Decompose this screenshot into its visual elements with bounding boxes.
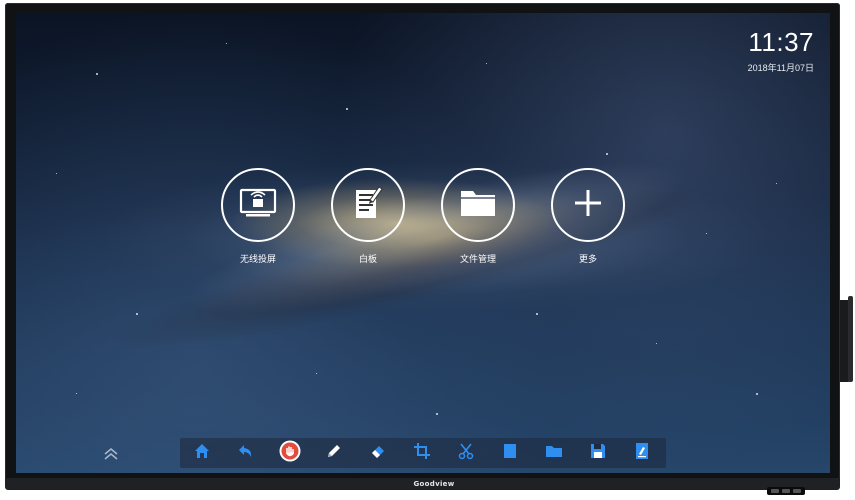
plus-icon xyxy=(573,188,603,222)
port xyxy=(771,489,779,493)
crop-button[interactable] xyxy=(400,438,444,468)
annotation-toolbar xyxy=(180,438,666,468)
front-ports xyxy=(767,487,805,495)
star xyxy=(706,233,707,234)
blank-page-icon xyxy=(501,442,519,464)
scissors-icon xyxy=(457,442,475,464)
port xyxy=(782,489,790,493)
app-label: 无线投屏 xyxy=(239,255,276,265)
blank-page-button[interactable] xyxy=(488,438,532,468)
app-label: 白板 xyxy=(358,255,377,265)
whiteboard-icon xyxy=(353,184,383,226)
open-folder-button[interactable] xyxy=(532,438,576,468)
clock-time: 11:37 xyxy=(748,27,814,57)
home-button[interactable] xyxy=(180,438,224,468)
star xyxy=(756,393,758,395)
star xyxy=(346,108,348,110)
star xyxy=(56,173,57,174)
star xyxy=(776,183,777,184)
undo-button[interactable] xyxy=(224,438,268,468)
star xyxy=(656,343,657,344)
note-button[interactable] xyxy=(620,438,664,468)
app-whiteboard[interactable]: 白板 xyxy=(328,168,408,265)
eraser-icon xyxy=(369,442,387,464)
pen-button[interactable] xyxy=(312,438,356,468)
star xyxy=(536,313,538,315)
note-icon xyxy=(633,442,651,464)
save-icon xyxy=(589,442,607,464)
hand-stop-icon xyxy=(279,440,301,466)
star xyxy=(76,393,77,394)
folder-icon xyxy=(459,188,497,222)
star xyxy=(316,373,317,374)
stylus-pen xyxy=(848,296,853,382)
crop-icon xyxy=(413,442,431,464)
app-label: 更多 xyxy=(578,255,597,265)
star xyxy=(136,313,138,315)
wireless-screen-cast-icon xyxy=(238,186,278,224)
app-file-manager[interactable]: 文件管理 xyxy=(438,168,518,265)
app-label: 文件管理 xyxy=(459,255,496,265)
save-button[interactable] xyxy=(576,438,620,468)
undo-icon xyxy=(237,442,255,464)
star xyxy=(606,153,608,155)
star xyxy=(226,43,227,44)
desktop-screen: 11:37 2018年11月07日 无线投屏 白板 文件管理 更多 xyxy=(16,13,830,473)
eraser-button[interactable] xyxy=(356,438,400,468)
brand-logo: Goodview xyxy=(413,480,455,488)
app-icon-ring xyxy=(221,168,295,242)
app-icon-ring xyxy=(331,168,405,242)
folder-icon xyxy=(545,442,563,464)
star xyxy=(436,413,438,415)
star xyxy=(486,63,487,64)
app-more[interactable]: 更多 xyxy=(548,168,628,265)
app-wireless-screen-cast[interactable]: 无线投屏 xyxy=(218,168,298,265)
stop-button[interactable] xyxy=(268,438,312,468)
port xyxy=(793,489,801,493)
home-icon xyxy=(193,442,211,464)
app-icon-ring xyxy=(441,168,515,242)
clock-date: 2018年11月07日 xyxy=(747,63,814,73)
expand-up-icon[interactable] xyxy=(102,445,120,463)
star xyxy=(96,73,98,75)
pen-icon xyxy=(325,442,343,464)
app-icon-ring xyxy=(551,168,625,242)
scissors-button[interactable] xyxy=(444,438,488,468)
